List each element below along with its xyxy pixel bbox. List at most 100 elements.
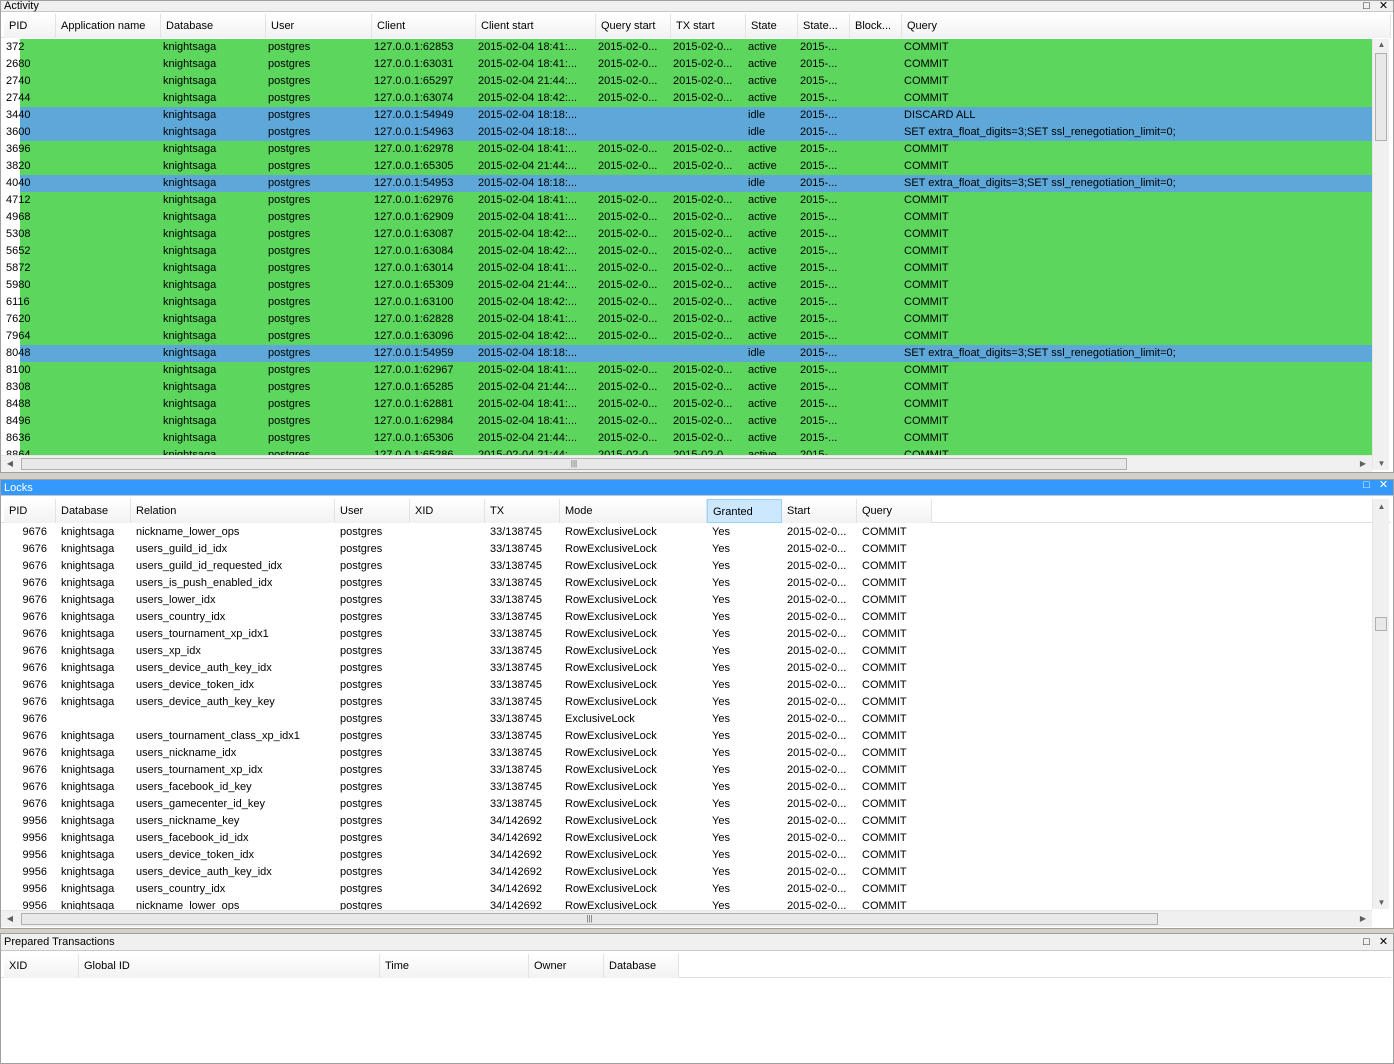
table-row[interactable]: 4040 knightsaga postgres 127.0.0.1:54953 201… [6,175,1372,192]
table-row[interactable]: 9676 knightsaga nickname_lower_ops postgres… [1,524,1372,541]
close-icon[interactable]: ✕ [1378,480,1389,491]
table-row[interactable]: 8496 knightsaga postgres 127.0.0.1:62984 201… [6,413,1372,430]
table-row[interactable]: 7620 knightsaga postgres 127.0.0.1:62828 201… [6,311,1372,328]
scroll-left-icon[interactable]: ◀ [3,458,17,470]
prepared-col-header-time[interactable]: Time [380,954,529,978]
table-row[interactable]: 3696 knightsaga postgres 127.0.0.1:62978 201… [6,141,1372,158]
table-row[interactable]: 8100 knightsaga postgres 127.0.0.1:62967 201… [6,362,1372,379]
scroll-right-icon[interactable]: ▶ [1356,458,1370,470]
restore-icon[interactable]: □ [1361,480,1372,491]
locks-vscroll-thumb[interactable] [1375,617,1387,631]
table-row[interactable]: 9676 knightsaga users_device_token_idx post… [1,677,1372,694]
activity-col-header-state[interactable]: State [746,14,798,38]
table-row[interactable]: 9676 knightsaga users_lower_idx postgres 33/… [1,592,1372,609]
table-row[interactable]: 2744 knightsaga postgres 127.0.0.1:63074 201… [6,90,1372,107]
scroll-left-icon[interactable]: ◀ [3,913,17,925]
locks-col-header-pid[interactable]: PID [4,499,56,523]
table-row[interactable]: 5980 knightsaga postgres 127.0.0.1:65309 201… [6,277,1372,294]
activity-col-header-state[interactable]: State... [798,14,850,38]
activity-col-header-client[interactable]: Client [372,14,476,38]
activity-vscrollbar[interactable]: ▲ ▼ [1372,39,1389,470]
locks-col-header-tx[interactable]: TX [485,499,560,523]
activity-col-header-database[interactable]: Database [161,14,266,38]
locks-hscroll-thumb[interactable]: ||| [21,913,1158,925]
scroll-down-icon[interactable]: ▼ [1373,897,1390,909]
restore-icon[interactable]: □ [1361,937,1372,948]
table-row[interactable]: 9676 knightsaga users_guild_id_idx postgres… [1,541,1372,558]
locks-vscrollbar[interactable]: ▲ ▼ [1372,499,1389,909]
table-row[interactable]: 9956 knightsaga users_nickname_key postgres… [1,813,1372,830]
table-row[interactable]: 9676 knightsaga users_nickname_idx postgres… [1,745,1372,762]
table-row[interactable]: 9956 knightsaga users_country_idx postgres 3… [1,881,1372,898]
locks-hscrollbar[interactable]: ◀ ||| ▶ [1,910,1372,927]
scroll-right-icon[interactable]: ▶ [1356,913,1370,925]
scroll-up-icon[interactable]: ▲ [1373,39,1390,51]
table-row[interactable]: 8048 knightsaga postgres 127.0.0.1:54959 201… [6,345,1372,362]
table-row[interactable]: 4712 knightsaga postgres 127.0.0.1:62976 201… [6,192,1372,209]
locks-col-header-start[interactable]: Start [782,499,857,523]
table-row[interactable]: 3820 knightsaga postgres 127.0.0.1:65305 201… [6,158,1372,175]
activity-hscroll-thumb[interactable]: ||| [21,458,1127,470]
restore-icon[interactable]: □ [1361,1,1372,12]
table-row[interactable]: 3440 knightsaga postgres 127.0.0.1:54949 201… [6,107,1372,124]
table-row[interactable]: 3600 knightsaga postgres 127.0.0.1:54963 201… [6,124,1372,141]
table-row[interactable]: 2740 knightsaga postgres 127.0.0.1:65297 201… [6,73,1372,90]
table-row[interactable]: 8308 knightsaga postgres 127.0.0.1:65285 201… [6,379,1372,396]
table-row[interactable]: 5652 knightsaga postgres 127.0.0.1:63084 201… [6,243,1372,260]
table-row[interactable]: 8488 knightsaga postgres 127.0.0.1:62881 201… [6,396,1372,413]
table-row[interactable]: 9676 knightsaga users_device_auth_key_key p… [1,694,1372,711]
table-row[interactable]: 9676 knightsaga users_tournament_xp_idx pos… [1,762,1372,779]
table-row[interactable]: 5308 knightsaga postgres 127.0.0.1:63087 201… [6,226,1372,243]
table-row[interactable]: 9676 knightsaga users_tournament_xp_idx1 po… [1,626,1372,643]
locks-cell-relation: users_nickname_idx [136,747,237,759]
activity-col-header-block[interactable]: Block... [850,14,902,38]
table-row[interactable]: 372 knightsaga postgres 127.0.0.1:62853 2015… [6,39,1372,56]
table-row[interactable]: 9956 knightsaga users_device_token_idx post… [1,847,1372,864]
table-row[interactable]: 5872 knightsaga postgres 127.0.0.1:63014 201… [6,260,1372,277]
table-row[interactable]: 9676 knightsaga users_is_push_enabled_idx p… [1,575,1372,592]
prepared-col-header-owner[interactable]: Owner [529,954,604,978]
locks-col-header-query[interactable]: Query [857,499,932,523]
close-icon[interactable]: ✕ [1378,1,1389,12]
table-row[interactable]: 9676 postgres 33/138745 ExclusiveLock Yes 201… [1,711,1372,728]
table-row[interactable]: 9676 knightsaga users_guild_id_requested_i… [1,558,1372,575]
activity-col-header-client-start[interactable]: Client start [476,14,596,38]
table-row[interactable]: 9676 knightsaga users_xp_idx postgres 33/138… [1,643,1372,660]
activity-col-header-tx-start[interactable]: TX start [671,14,746,38]
prepared-col-header-database[interactable]: Database [604,954,679,978]
activity-cell-query-start: 2015-02-0... [598,432,658,444]
table-row[interactable]: 9676 knightsaga users_gamecenter_id_key pos… [1,796,1372,813]
prepared-col-header-global-id[interactable]: Global ID [79,954,380,978]
activity-cell-query-start [598,345,669,362]
table-row[interactable]: 8636 knightsaga postgres 127.0.0.1:65306 201… [6,430,1372,447]
locks-col-header-database[interactable]: Database [56,499,131,523]
activity-col-header-user[interactable]: User [266,14,372,38]
table-row[interactable]: 9956 knightsaga users_facebook_id_idx postg… [1,830,1372,847]
scroll-down-icon[interactable]: ▼ [1373,458,1390,470]
locks-cell-query: COMMIT [862,577,907,589]
table-row[interactable]: 9676 knightsaga users_facebook_id_key postg… [1,779,1372,796]
locks-col-header-relation[interactable]: Relation [131,499,335,523]
scroll-up-icon[interactable]: ▲ [1373,501,1390,513]
table-row[interactable]: 9676 knightsaga users_country_idx postgres 3… [1,609,1372,626]
table-row[interactable]: 9956 knightsaga users_device_auth_key_idx p… [1,864,1372,881]
activity-hscrollbar[interactable]: ◀ ||| ▶ [1,455,1372,472]
activity-col-header-query[interactable]: Query [902,14,1391,38]
table-row[interactable]: 7964 knightsaga postgres 127.0.0.1:63096 201… [6,328,1372,345]
table-row[interactable]: 9676 knightsaga users_device_auth_key_idx p… [1,660,1372,677]
table-row[interactable]: 9676 knightsaga users_tournament_class_xp_… [1,728,1372,745]
locks-col-header-user[interactable]: User [335,499,410,523]
locks-col-header-mode[interactable]: Mode [560,499,707,523]
prepared-col-header-xid[interactable]: XID [4,954,79,978]
locks-col-header-granted[interactable]: Granted [707,499,782,523]
close-icon[interactable]: ✕ [1378,937,1389,948]
activity-vscroll-thumb[interactable] [1375,53,1387,141]
activity-col-header-query-start[interactable]: Query start [596,14,671,38]
activity-col-header-pid[interactable]: PID [4,14,56,38]
activity-col-header-application-name[interactable]: Application name [56,14,161,38]
locks-col-header-xid[interactable]: XID [410,499,485,523]
table-row[interactable]: 2680 knightsaga postgres 127.0.0.1:63031 201… [6,56,1372,73]
locks-cell-granted: Yes [712,662,730,674]
table-row[interactable]: 4968 knightsaga postgres 127.0.0.1:62909 201… [6,209,1372,226]
table-row[interactable]: 6116 knightsaga postgres 127.0.0.1:63100 201… [6,294,1372,311]
